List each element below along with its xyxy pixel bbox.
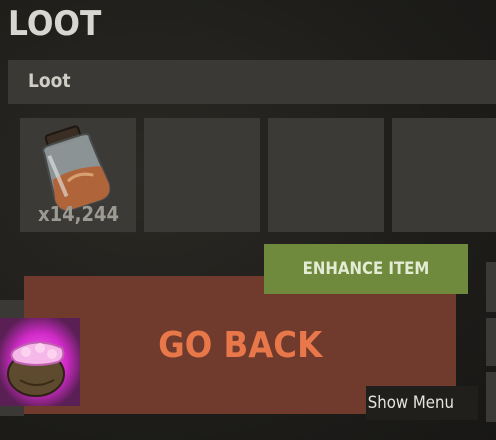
side-tab[interactable] bbox=[486, 372, 496, 422]
loot-slot-1[interactable]: x14,244 bbox=[20, 118, 136, 232]
show-menu-button[interactable]: Show Menu bbox=[366, 386, 478, 420]
side-tab[interactable] bbox=[486, 318, 496, 366]
enhance-item-label: ENHANCE ITEM bbox=[302, 259, 430, 279]
loot-slot-3[interactable] bbox=[268, 118, 384, 232]
side-item-card[interactable] bbox=[0, 318, 80, 406]
loot-slot-2[interactable] bbox=[144, 118, 260, 232]
jar-icon bbox=[42, 125, 111, 212]
side-tab[interactable] bbox=[486, 262, 496, 312]
show-menu-label: Show Menu bbox=[367, 393, 454, 413]
pouch-icon bbox=[0, 318, 80, 406]
enhance-item-button[interactable]: ENHANCE ITEM bbox=[264, 244, 468, 294]
item-quantity: x14,244 bbox=[38, 202, 120, 226]
go-back-label: GO BACK bbox=[157, 324, 323, 366]
section-header: Loot bbox=[8, 60, 496, 104]
loot-slot-4[interactable] bbox=[392, 118, 496, 232]
section-label: Loot bbox=[28, 70, 71, 92]
page-title: LOOT bbox=[8, 4, 102, 44]
